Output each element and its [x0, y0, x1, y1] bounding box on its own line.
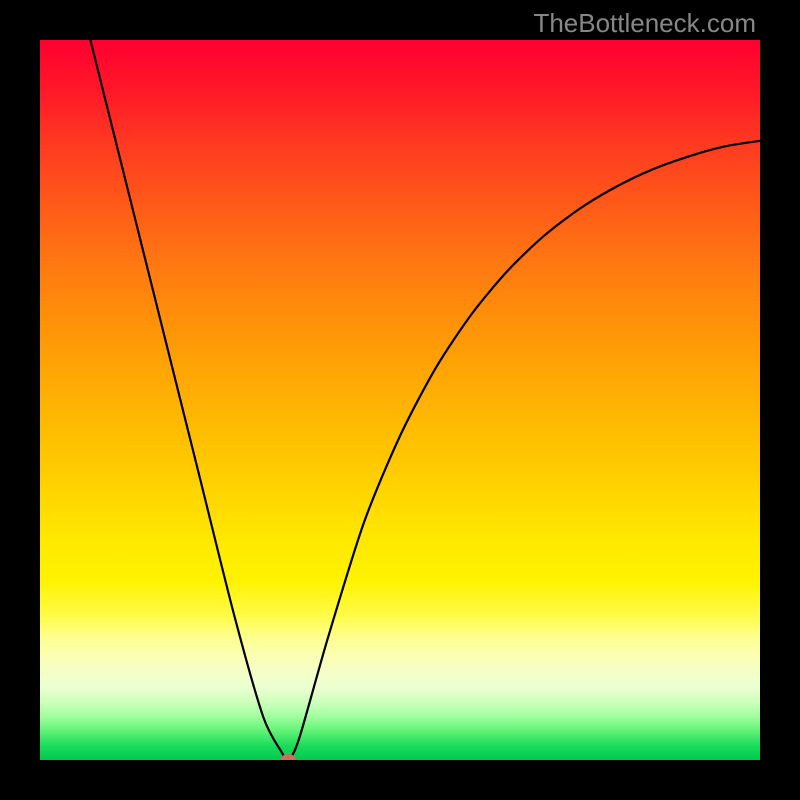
watermark-text: TheBottleneck.com: [533, 8, 756, 39]
plot-area: [40, 40, 760, 760]
curve-svg: [40, 40, 760, 760]
chart-container: TheBottleneck.com: [0, 0, 800, 800]
chart-curve: [90, 40, 760, 760]
